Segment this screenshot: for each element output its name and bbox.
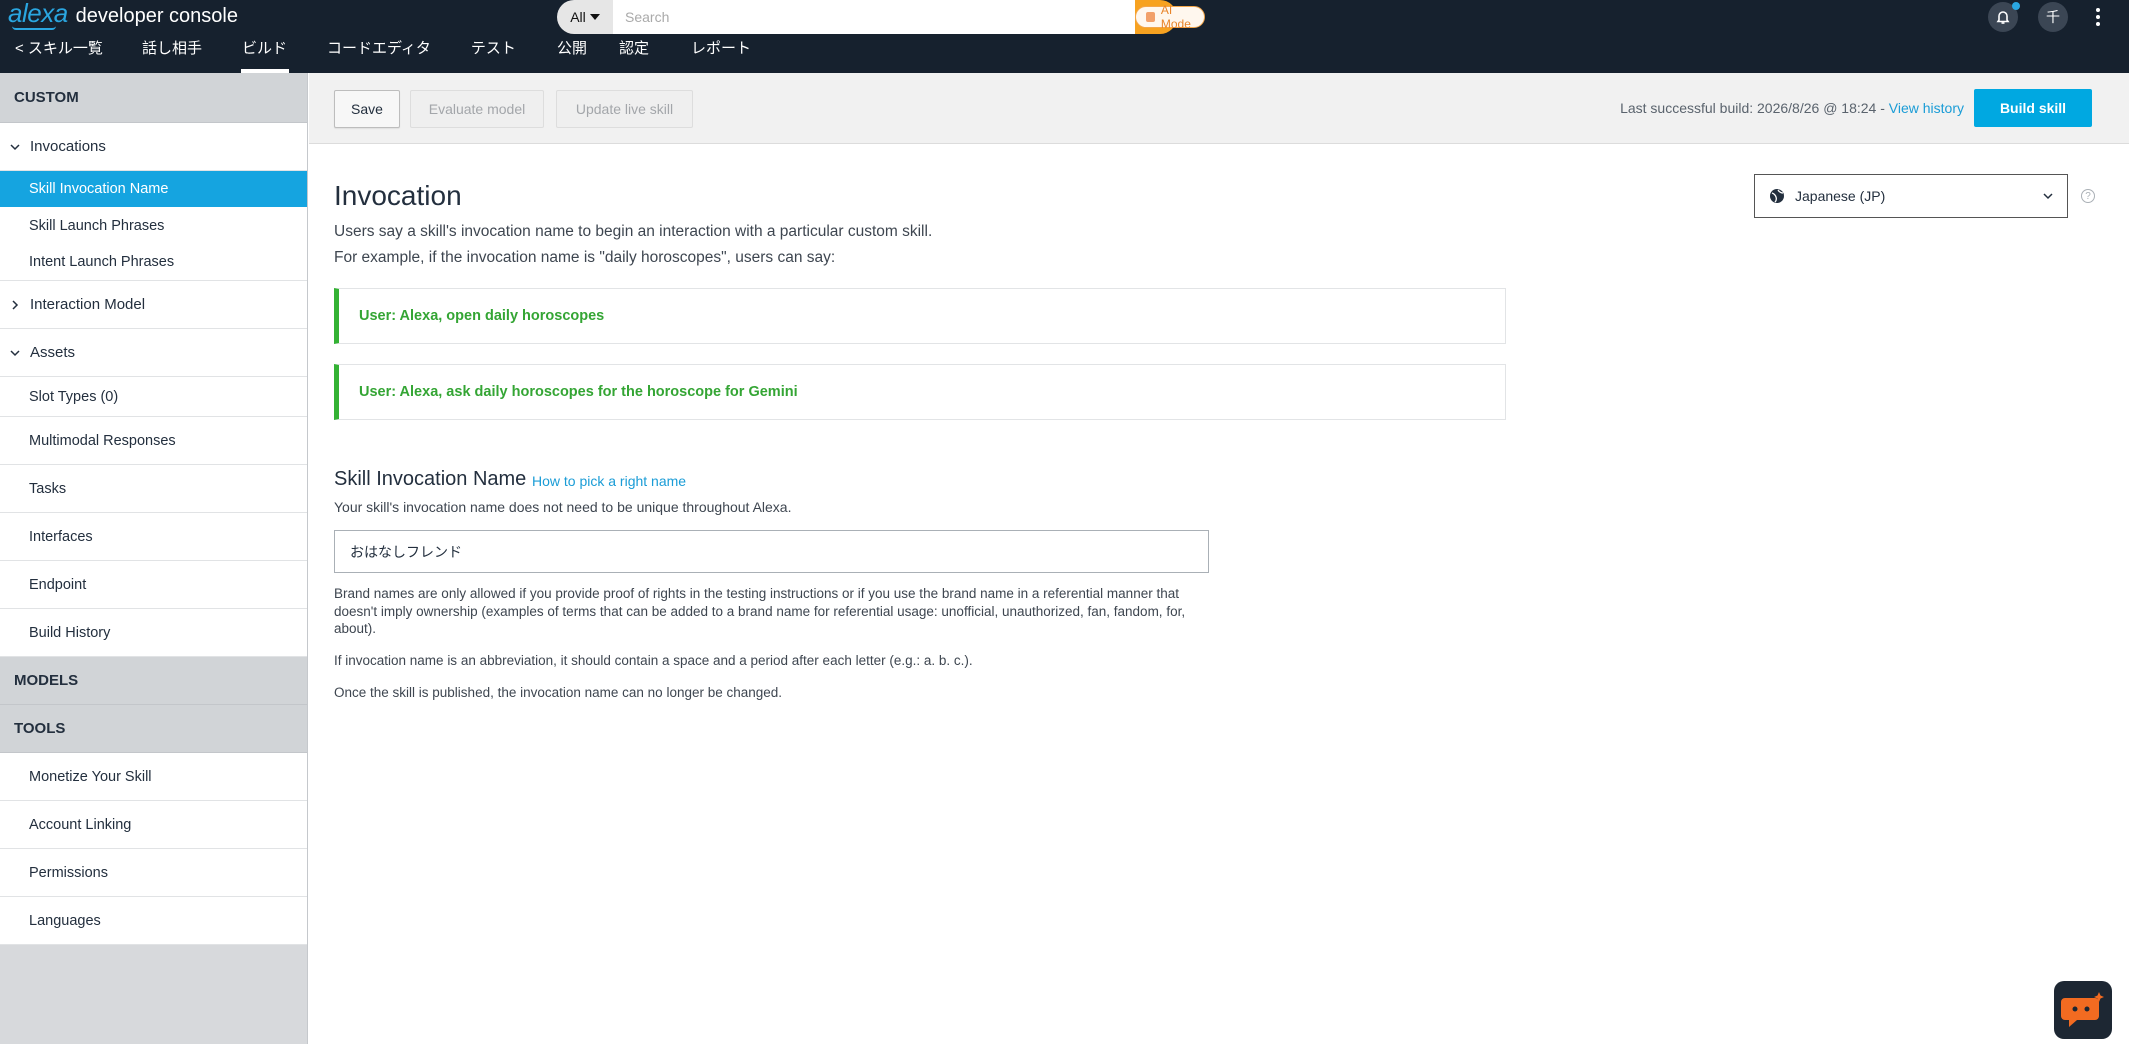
chevron-down-icon	[2043, 193, 2053, 200]
language-select-value: Japanese (JP)	[1795, 188, 1886, 204]
sidebar-item-multimodal-responses[interactable]: Multimodal Responses	[0, 417, 307, 465]
build-skill-button[interactable]: Build skill	[1974, 89, 2092, 127]
sidebar-item-skill-launch-phrases[interactable]: Skill Launch Phrases	[0, 207, 307, 244]
top-icons: 千	[1988, 0, 2129, 34]
published-note: Once the skill is published, the invocat…	[334, 685, 783, 700]
sidebar-item-account-linking[interactable]: Account Linking	[0, 801, 307, 849]
example-utterance: User: Alexa, open daily horoscopes	[334, 288, 1506, 344]
save-button[interactable]: Save	[334, 90, 400, 128]
sidebar-group-label: Interaction Model	[30, 296, 146, 313]
sidebar-item-interfaces[interactable]: Interfaces	[0, 513, 307, 561]
more-options-icon[interactable]	[2088, 2, 2108, 32]
section-title: Skill Invocation Name	[334, 468, 527, 490]
sidebar-item-permissions[interactable]: Permissions	[0, 849, 307, 897]
notification-badge	[2012, 2, 2020, 10]
language-select[interactable]: Japanese (JP)	[1754, 174, 2068, 218]
chevron-right-icon	[8, 298, 22, 312]
evaluate-model-button[interactable]: Evaluate model	[410, 90, 544, 128]
example-utterance: User: Alexa, ask daily horoscopes for th…	[334, 364, 1506, 420]
invocation-name-input[interactable]	[334, 530, 1209, 573]
nav-tab-reports[interactable]: レポート	[691, 36, 751, 62]
search-input[interactable]	[613, 0, 1135, 34]
alexa-logo: alexa	[8, 0, 68, 28]
top-bar: alexa developer console All AI Mode 千 < …	[0, 0, 2129, 73]
sidebar-group-label: Assets	[30, 344, 76, 361]
ai-mode-label: AI Mode	[1160, 3, 1191, 31]
sidebar-item-endpoint[interactable]: Endpoint	[0, 561, 307, 609]
sidebar-group-label: Invocations	[30, 138, 106, 155]
sidebar: CUSTOM Invocations Skill Invocation Name…	[0, 73, 308, 1044]
sidebar-item-build-history[interactable]: Build History	[0, 609, 307, 657]
chevron-down-icon	[8, 140, 22, 154]
avatar[interactable]: 千	[2038, 2, 2068, 32]
bell-icon	[1996, 11, 2010, 24]
sidebar-header-tools: TOOLS	[0, 705, 307, 753]
brand[interactable]: alexa developer console	[8, 0, 238, 28]
description-line-1: Users say a skill's invocation name to b…	[334, 223, 933, 240]
sidebar-item-skill-invocation-name[interactable]: Skill Invocation Name	[0, 171, 307, 207]
nav-tab-distribution[interactable]: 公開	[557, 36, 587, 62]
search-scope-label: All	[570, 9, 586, 25]
page-description: Users say a skill's invocation name to b…	[334, 219, 932, 270]
nav-tab-code-editor[interactable]: コードエディタ	[327, 36, 431, 62]
notifications-button[interactable]	[1988, 2, 2020, 32]
chevron-down-icon	[8, 346, 22, 360]
sidebar-item-tasks[interactable]: Tasks	[0, 465, 307, 513]
caret-down-icon	[589, 14, 600, 20]
sidebar-header-models[interactable]: MODELS	[0, 657, 307, 705]
last-build-info: Last successful build: 2026/8/26 @ 18:24…	[1620, 100, 1964, 116]
main-nav: < スキル一覧 話し相手 ビルド コードエディタ テスト 公開 認定 レポート	[0, 36, 751, 73]
toolbar: Save Evaluate model Update live skill La…	[309, 73, 2129, 144]
avatar-initial: 千	[2046, 9, 2060, 25]
chat-widget-button[interactable]	[2054, 981, 2112, 1039]
nav-tab-build[interactable]: ビルド	[240, 36, 289, 73]
globe-icon	[1770, 189, 1784, 203]
sidebar-group-invocations[interactable]: Invocations	[0, 123, 307, 171]
sidebar-item-monetize[interactable]: Monetize Your Skill	[0, 753, 307, 801]
sidebar-item-slot-types[interactable]: Slot Types (0)	[0, 377, 307, 417]
description-line-2: For example, if the invocation name is "…	[334, 248, 836, 266]
brand-name-note: Brand names are only allowed if you prov…	[334, 586, 1186, 636]
sidebar-group-assets[interactable]: Assets	[0, 329, 307, 377]
nav-back-to-skills[interactable]: < スキル一覧	[15, 36, 103, 62]
view-history-link[interactable]: View history	[1889, 100, 1964, 116]
help-icon[interactable]: ?	[2081, 189, 2095, 203]
pick-name-help-link[interactable]: How to pick a right name	[532, 473, 686, 489]
sidebar-item-languages[interactable]: Languages	[0, 897, 307, 945]
ai-mode-icon	[1146, 12, 1155, 22]
nav-tab-test[interactable]: テスト	[471, 36, 516, 62]
abbreviation-note: If invocation name is an abbreviation, i…	[334, 653, 973, 668]
chat-bot-icon	[2061, 992, 2104, 1027]
sidebar-item-intent-launch-phrases[interactable]: Intent Launch Phrases	[0, 244, 307, 281]
sidebar-header-custom: CUSTOM	[0, 73, 307, 123]
section-subtitle: Your skill's invocation name does not ne…	[334, 499, 792, 515]
search-bar: All AI Mode	[557, 0, 1206, 34]
nav-tab-conversation-partner[interactable]: 話し相手	[142, 36, 202, 62]
sidebar-group-interaction-model[interactable]: Interaction Model	[0, 281, 307, 329]
nav-tab-certification[interactable]: 認定	[619, 36, 649, 62]
last-build-text: Last successful build: 2026/8/26 @ 18:24…	[1620, 100, 1889, 116]
page-title: Invocation	[334, 180, 462, 211]
ai-mode-button[interactable]: AI Mode	[1135, 3, 1206, 31]
alexa-logo-smile	[12, 26, 56, 30]
search-scope-dropdown[interactable]: All	[557, 0, 613, 34]
update-live-skill-button[interactable]: Update live skill	[556, 90, 693, 128]
brand-title: developer console	[75, 5, 238, 27]
